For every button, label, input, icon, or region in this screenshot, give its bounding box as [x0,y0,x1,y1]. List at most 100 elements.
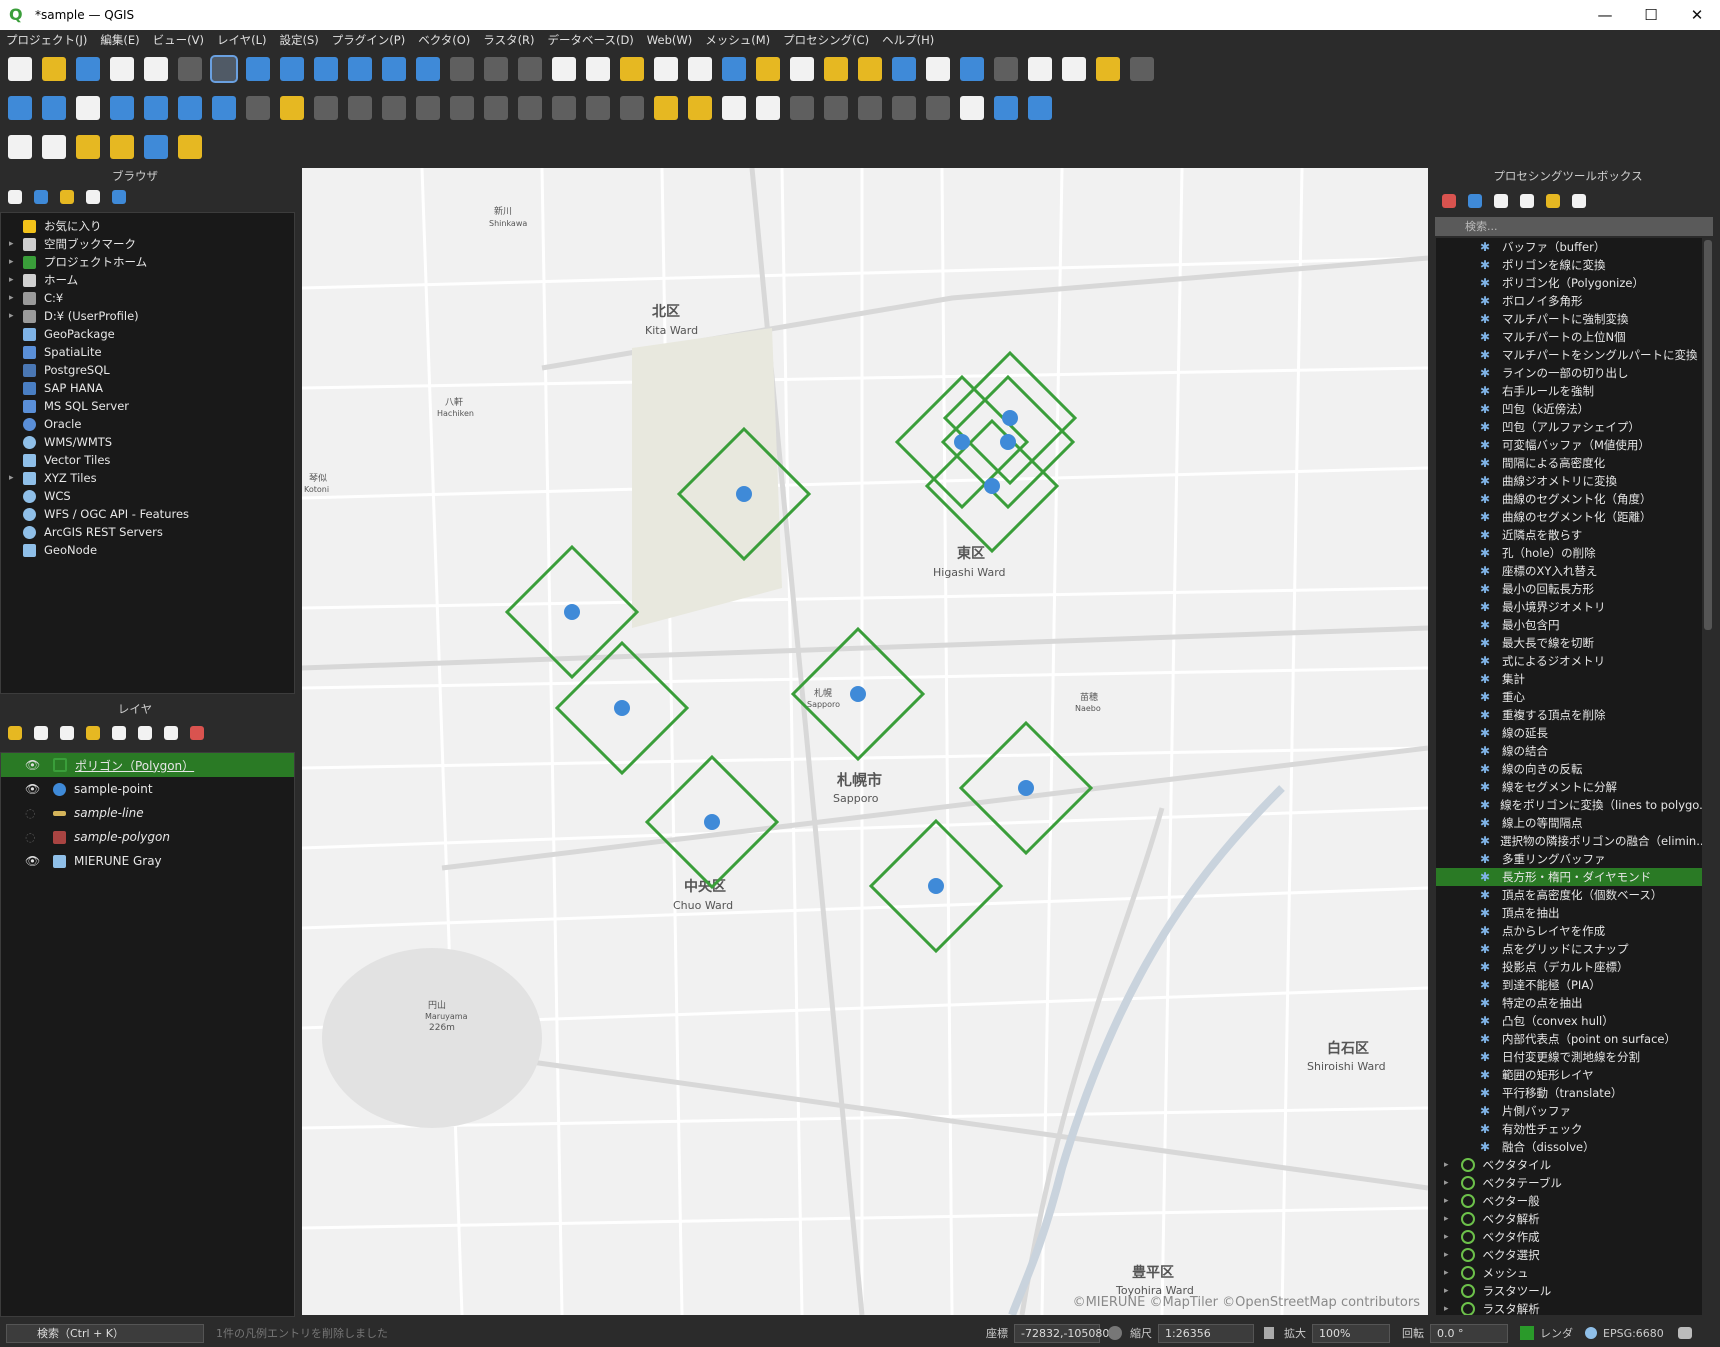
toolbox-algorithm-item[interactable]: ✱ 曲線ジオメトリに変換 [1436,472,1702,490]
toolbox-algorithm-item[interactable]: ✱ 平行移動（translate） [1436,1084,1702,1102]
zoom-to-selection-icon[interactable] [382,57,406,81]
toolbox-algorithm-item[interactable]: ✱ 凹包（k近傍法） [1436,400,1702,418]
toolbox-algorithm-item[interactable]: ✱ 孔（hole）の削除 [1436,544,1702,562]
save-layer-edits-icon[interactable] [314,96,338,120]
new-geopackage-layer-icon[interactable] [42,96,66,120]
toolbox-algorithm-item[interactable]: ✱ 日付変更線で測地線を分割 [1436,1048,1702,1066]
zoom-last-icon[interactable] [484,57,508,81]
new-spatialite-layer-icon[interactable] [110,96,134,120]
add-selected-layers-icon[interactable] [8,190,22,204]
coordinate-field[interactable]: -72832,-105080 [1014,1323,1109,1343]
menu-processing[interactable]: プロセシング(C) [783,32,869,48]
menu-view[interactable]: ビュー(V) [153,32,204,48]
filter-legend-icon[interactable] [86,726,100,740]
pan-map-icon[interactable] [210,55,238,83]
toolbox-algorithm-item[interactable]: ✱ 最大長で線を切断 [1436,634,1702,652]
history-icon[interactable] [1494,194,1508,208]
toolbox-algorithm-item[interactable]: ✱ 右手ルールを強制 [1436,382,1702,400]
layer-row-mierune-gray[interactable]: 👁 MIERUNE Gray [1,849,294,873]
browser-item[interactable]: ArcGIS REST Servers [1,523,294,541]
add-wcs-layer-icon[interactable] [144,135,168,159]
toolbox-algorithm-item[interactable]: ✱ ラインの一部の切り出し [1436,364,1702,382]
toolbox-algorithm-item[interactable]: ✱ 最小包含円 [1436,616,1702,634]
toolbox-group-item[interactable]: ▸ ベクター般 [1436,1192,1702,1210]
expand-arrow-icon[interactable]: ▸ [1444,1196,1449,1206]
pin-labels-icon[interactable] [756,96,780,120]
expand-arrow-icon[interactable]: ▸ [1444,1160,1449,1170]
add-point-cloud-icon[interactable] [110,135,134,159]
label-properties-icon[interactable] [926,96,950,120]
toolbox-algorithm-item[interactable]: ✱ マルチパートに強制変換 [1436,310,1702,328]
new-3d-view-icon[interactable] [586,57,610,81]
toolbox-algorithm-item[interactable]: ✱ ボロノイ多角形 [1436,292,1702,310]
refresh-browser-icon[interactable] [34,190,48,204]
refresh-icon[interactable] [722,57,746,81]
toolbox-algorithm-item[interactable]: ✱ 融合（dissolve） [1436,1138,1702,1156]
toolbox-group-item[interactable]: ▸ ベクタ解析 [1436,1210,1702,1228]
toolbox-algorithm-item[interactable]: ✱ 集計 [1436,670,1702,688]
expand-arrow[interactable]: ▸ [9,473,23,483]
menu-raster[interactable]: ラスタ(R) [483,32,534,48]
sample-point-feature[interactable] [564,604,580,620]
toolbox-algorithm-item[interactable]: ✱ マルチパートをシングルパートに変換 [1436,346,1702,364]
add-wms-layer-icon[interactable] [8,135,32,159]
sample-point-feature[interactable] [1000,434,1016,450]
zoom-to-layer-icon[interactable] [416,57,440,81]
expand-arrow-icon[interactable]: ▸ [1444,1232,1449,1242]
current-edits-icon[interactable] [246,96,270,120]
toolbox-algorithm-item[interactable]: ✱ 線の向きの反転 [1436,760,1702,778]
remove-layer-icon[interactable] [190,726,204,740]
toolbox-algorithm-item[interactable]: ✱ 有効性チェック [1436,1120,1702,1138]
expand-arrow[interactable]: ▸ [9,293,23,303]
cut-features-icon[interactable] [484,96,508,120]
browser-item[interactable]: お気に入り [1,217,294,235]
menu-vector[interactable]: ベクタ(O) [418,32,470,48]
new-project-icon[interactable] [8,57,32,81]
scale-combobox[interactable]: 1:26356 [1158,1323,1254,1343]
minimize-button[interactable]: — [1582,0,1628,30]
toolbox-algorithm-item[interactable]: ✱ ポリゴンを線に変換 [1436,256,1702,274]
browser-item[interactable]: WFS / OGC API - Features [1,505,294,523]
toolbox-algorithm-item[interactable]: ✱ 間隔による高密度化 [1436,454,1702,472]
toolbox-group-item[interactable]: ▸ ベクタテーブル [1436,1174,1702,1192]
layer-row-polygon[interactable]: 👁 ポリゴン（Polygon） [1,753,294,777]
visibility-eye-icon[interactable]: 👁 [25,759,43,771]
toolbox-algorithm-item[interactable]: ✱ 線をポリゴンに変換（lines to polygo... [1436,796,1702,814]
identify-features-icon[interactable] [892,57,916,81]
toolbox-algorithm-item[interactable]: ✱ 選択物の隣接ポリゴンの融合（elimin... [1436,832,1702,850]
menu-plugins[interactable]: プラグイン(P) [332,32,405,48]
toolbox-algorithm-item[interactable]: ✱ 曲線のセグメント化（角度） [1436,490,1702,508]
copy-features-icon[interactable] [518,96,542,120]
delete-selected-icon[interactable] [450,96,474,120]
toolbox-algorithm-item[interactable]: ✱ 近隣点を散らす [1436,526,1702,544]
toolbox-group-item[interactable]: ▸ ラスタツール [1436,1282,1702,1300]
toolbox-algorithm-item[interactable]: ✱ 最小境界ジオメトリ [1436,598,1702,616]
browser-item[interactable]: SAP HANA [1,379,294,397]
results-viewer-icon[interactable] [1520,194,1534,208]
measure-line-icon[interactable] [1062,57,1086,81]
deselect-icon[interactable] [824,57,848,81]
hidden-eye-icon[interactable]: ◌ [25,831,43,843]
zoom-in-icon[interactable] [280,57,304,81]
toolbox-group-item[interactable]: ▸ ベクタタイル [1436,1156,1702,1174]
toolbox-algorithm-item[interactable]: ✱ 線上の等間隔点 [1436,814,1702,832]
new-bookmark-icon[interactable] [620,57,644,81]
map-tips-icon[interactable] [1096,57,1120,81]
layer-row-sample-point[interactable]: 👁 sample-point [1,777,294,801]
hidden-eye-icon[interactable]: ◌ [25,807,43,819]
toolbox-algorithm-item[interactable]: ✱ 可変幅バッファ（M値使用） [1436,436,1702,454]
toolbox-algorithm-item[interactable]: ✱ 最小の回転長方形 [1436,580,1702,598]
new-map-view-icon[interactable] [552,57,576,81]
add-delimited-text-icon[interactable] [178,96,202,120]
magnifier-spinbox[interactable]: 100% [1312,1323,1390,1343]
show-bookmarks-icon[interactable] [654,57,678,81]
select-features-icon[interactable] [756,57,780,81]
save-project-icon[interactable] [76,57,100,81]
layer-row-sample-line[interactable]: ◌ sample-line [1,801,294,825]
modify-attributes-icon[interactable] [416,96,440,120]
browser-item[interactable]: WMS/WMTS [1,433,294,451]
expand-arrow-icon[interactable]: ▸ [1444,1268,1449,1278]
add-feature-icon[interactable] [348,96,372,120]
models-icon[interactable] [1442,194,1456,208]
collapse-all-icon[interactable] [86,190,100,204]
